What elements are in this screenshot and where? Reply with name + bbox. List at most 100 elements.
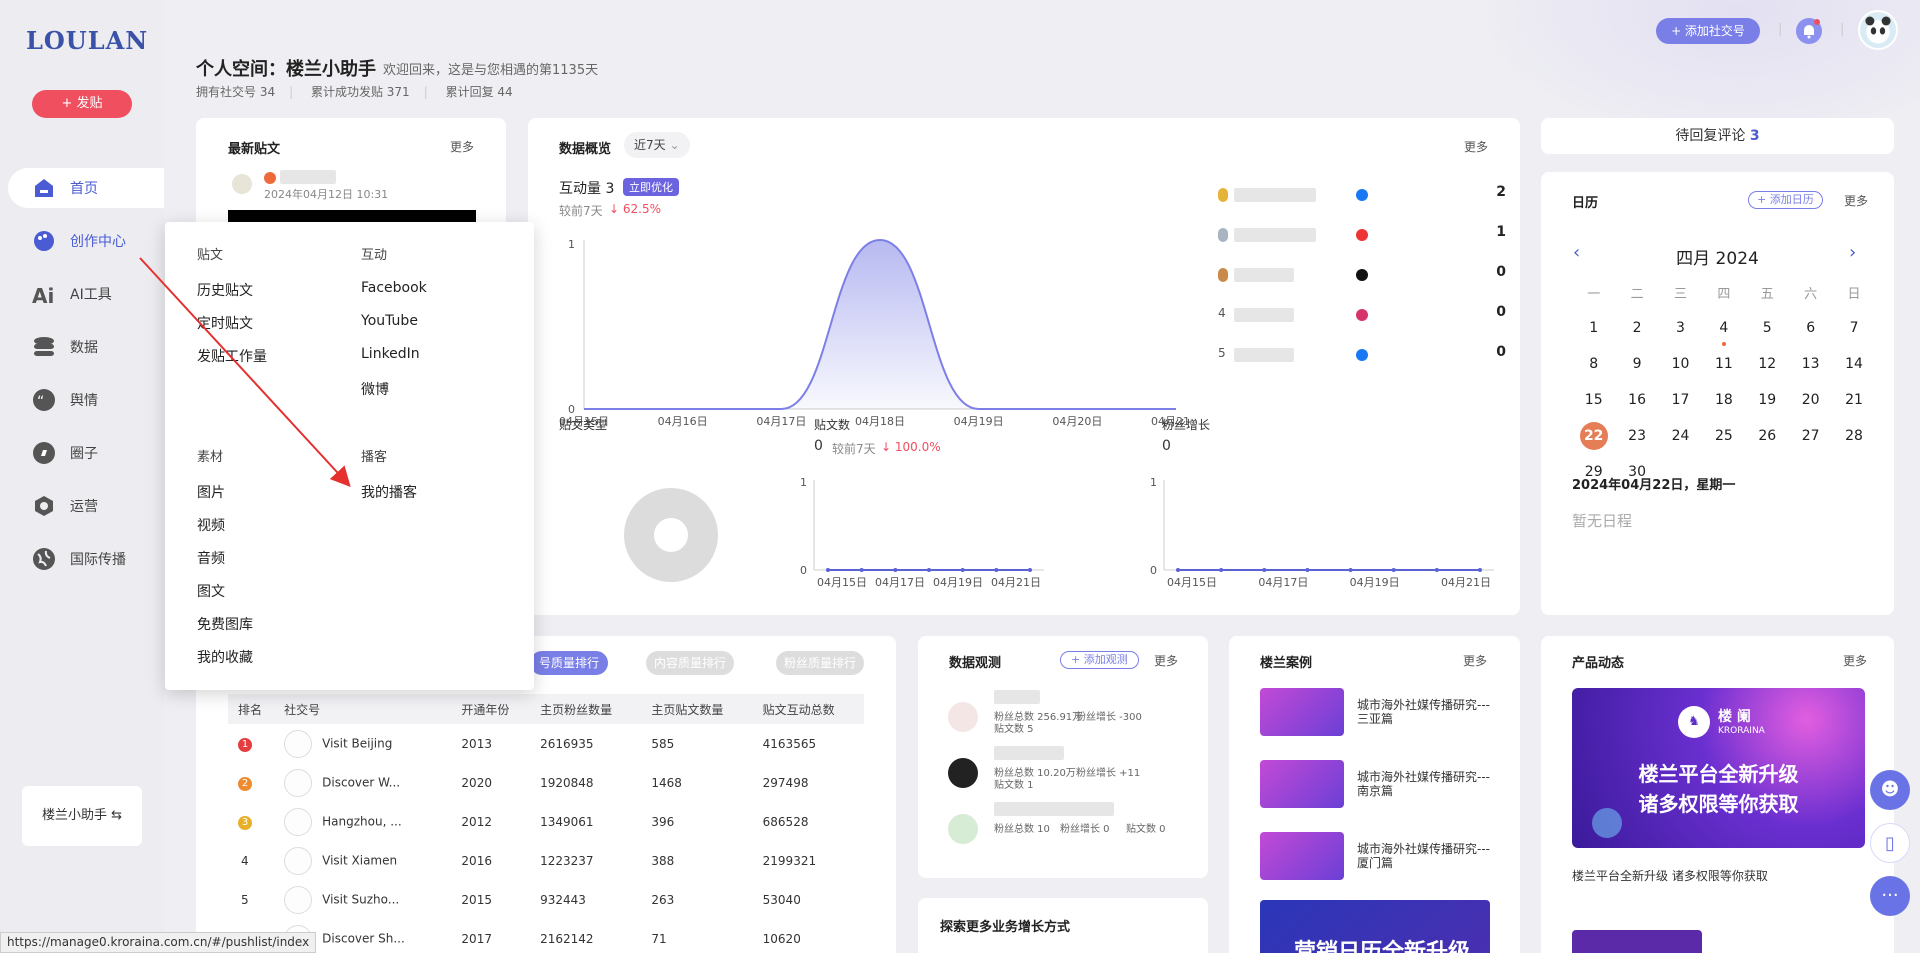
sidebar-item-operation[interactable]: 运营 <box>8 486 164 526</box>
chevron-right-icon[interactable]: › <box>1849 242 1856 263</box>
sidebar-item-international[interactable]: 国际传播 <box>8 539 164 579</box>
sidebar-item-circle[interactable]: 圈子 <box>8 433 164 473</box>
menu-item[interactable]: 图文 <box>197 581 225 601</box>
add-calendar-button[interactable]: + 添加日历 <box>1748 191 1823 209</box>
table-row[interactable]: 2 Discover W... 2020 1920848 1468 297498 <box>228 763 864 802</box>
optimize-button[interactable]: 立即优化 <box>623 178 679 196</box>
marketing-calendar-banner[interactable]: 营销日历全新升级 <box>1260 900 1490 953</box>
table-row[interactable]: 4 Visit Xiamen 2016 1223237 388 2199321 <box>228 841 864 880</box>
add-social-button[interactable]: + 添加社交号 <box>1656 18 1760 44</box>
menu-item[interactable]: 图片 <box>197 482 225 502</box>
rank-row[interactable]: 50 <box>1218 344 1520 368</box>
case-title[interactable]: 城市海外社媒传播研究---三亚篇 <box>1357 698 1497 726</box>
calendar-day[interactable]: 21 <box>1832 392 1875 408</box>
calendar-day[interactable]: 4 <box>1702 320 1745 346</box>
menu-item[interactable]: 音频 <box>197 548 225 568</box>
calendar-day[interactable]: 10 <box>1659 356 1702 372</box>
calendar-day[interactable]: 3 <box>1659 320 1702 336</box>
more-link[interactable]: 更多 <box>450 138 474 155</box>
table-row[interactable]: 5 Visit Suzho... 2015 932443 263 53040 <box>228 880 864 919</box>
calendar-day[interactable]: 22 <box>1572 422 1615 450</box>
product-banner[interactable]: ♞ 楼 阑 KRORAINA 楼兰平台全新升级 诸多权限等你获取 <box>1572 688 1865 848</box>
menu-item[interactable]: YouTube <box>361 313 418 329</box>
observe-item[interactable]: 粉丝总数 256.91万 粉丝增长 -300 贴文数 5 <box>948 690 1188 740</box>
calendar-day[interactable]: 6 <box>1789 320 1832 336</box>
today-marker[interactable]: 22 <box>1579 422 1608 450</box>
menu-item[interactable]: LinkedIn <box>361 346 420 362</box>
tab-account-quality[interactable]: 号质量排行 <box>530 651 608 675</box>
case-thumbnail[interactable] <box>1260 832 1344 880</box>
calendar-day[interactable]: 14 <box>1832 356 1875 372</box>
menu-item[interactable]: 我的播客 <box>361 482 417 502</box>
robot-assistant-icon[interactable]: ☻ <box>1870 770 1910 810</box>
pending-reply-card[interactable]: 待回复评论 3 <box>1541 118 1894 154</box>
calendar-day[interactable]: 27 <box>1789 428 1832 444</box>
calendar-day[interactable]: 25 <box>1702 428 1745 444</box>
new-post-button[interactable]: + 发贴 <box>32 90 132 118</box>
product-banner-2[interactable] <box>1572 930 1702 953</box>
menu-item[interactable]: 定时贴文 <box>197 313 253 333</box>
more-link[interactable]: 更多 <box>1843 652 1867 669</box>
calendar-day[interactable]: 23 <box>1615 428 1658 444</box>
date-range-select[interactable]: 近7天 ⌄ <box>624 132 690 158</box>
calendar-day[interactable]: 8 <box>1572 356 1615 372</box>
sidebar-item-home[interactable]: 首页 <box>8 168 164 208</box>
explore-card[interactable]: 探索更多业务增长方式 <box>918 898 1208 953</box>
menu-item[interactable]: 微博 <box>361 379 389 399</box>
case-thumbnail[interactable] <box>1260 760 1344 808</box>
case-title[interactable]: 城市海外社媒传播研究---南京篇 <box>1357 770 1497 798</box>
more-dots-icon[interactable]: ··· <box>1870 876 1910 916</box>
tab-fans-quality[interactable]: 粉丝质量排行 <box>776 651 864 675</box>
account-name[interactable]: Discover W... <box>322 775 400 789</box>
calendar-day[interactable]: 2 <box>1615 320 1658 336</box>
calendar-day[interactable]: 5 <box>1746 320 1789 336</box>
calendar-day[interactable]: 11 <box>1702 356 1745 372</box>
account-name[interactable]: Visit Xiamen <box>322 853 397 867</box>
menu-item[interactable]: 免费图库 <box>197 614 253 634</box>
rank-row[interactable]: 1 <box>1218 224 1520 248</box>
rank-row[interactable]: 2 <box>1218 184 1520 208</box>
bell-icon[interactable] <box>1796 18 1822 44</box>
calendar-day[interactable]: 15 <box>1572 392 1615 408</box>
more-link[interactable]: 更多 <box>1844 192 1868 209</box>
calendar-day[interactable]: 7 <box>1832 320 1875 336</box>
sidebar-item-ai-tools[interactable]: Ai AI工具 <box>8 274 164 314</box>
calendar-day[interactable]: 19 <box>1746 392 1789 408</box>
avatar[interactable] <box>1858 10 1898 50</box>
observe-item[interactable]: 粉丝总数 10.20万 粉丝增长 +11 贴文数 1 <box>948 746 1188 796</box>
rank-row[interactable]: 40 <box>1218 304 1520 328</box>
menu-item[interactable]: Facebook <box>361 280 427 296</box>
calendar-day[interactable]: 28 <box>1832 428 1875 444</box>
calendar-day[interactable]: 1 <box>1572 320 1615 336</box>
case-thumbnail[interactable] <box>1260 688 1344 736</box>
account-name[interactable]: Hangzhou, ... <box>322 814 402 828</box>
account-name[interactable]: Discover Sh... <box>322 931 405 945</box>
case-title[interactable]: 城市海外社媒传播研究---厦门篇 <box>1357 842 1497 870</box>
calendar-day[interactable]: 26 <box>1746 428 1789 444</box>
sidebar-item-data[interactable]: 数据 <box>8 327 164 367</box>
calendar-day[interactable]: 9 <box>1615 356 1658 372</box>
calendar-day[interactable]: 13 <box>1789 356 1832 372</box>
calendar-day[interactable]: 18 <box>1702 392 1745 408</box>
calendar-day[interactable]: 17 <box>1659 392 1702 408</box>
table-row[interactable]: 1 Visit Beijing 2013 2616935 585 4163565 <box>228 724 864 763</box>
menu-item[interactable]: 历史贴文 <box>197 280 253 300</box>
account-name[interactable]: Visit Beijing <box>322 736 392 750</box>
more-link[interactable]: 更多 <box>1464 138 1488 155</box>
rank-row[interactable]: 0 <box>1218 264 1520 288</box>
calendar-day[interactable]: 16 <box>1615 392 1658 408</box>
more-link[interactable]: 更多 <box>1463 652 1487 669</box>
observe-item[interactable]: 粉丝总数 10 粉丝增长 0 贴文数 0 <box>948 802 1188 852</box>
more-link[interactable]: 更多 <box>1154 652 1178 669</box>
account-name[interactable]: Visit Suzho... <box>322 892 399 906</box>
menu-item[interactable]: 发贴工作量 <box>197 346 267 366</box>
menu-item[interactable]: 我的收藏 <box>197 647 253 667</box>
menu-item[interactable]: 视频 <box>197 515 225 535</box>
tab-content-quality[interactable]: 内容质量排行 <box>646 651 734 675</box>
calendar-day[interactable]: 12 <box>1746 356 1789 372</box>
add-observe-button[interactable]: + 添加观测 <box>1060 651 1139 669</box>
sidebar-item-sentiment[interactable]: “ 舆情 <box>8 380 164 420</box>
table-row[interactable]: 3 Hangzhou, ... 2012 1349061 396 686528 <box>228 802 864 841</box>
table-row[interactable]: Discover Sh... 2017 2162142 71 10620 <box>228 919 864 953</box>
product-caption[interactable]: 楼兰平台全新升级 诸多权限等你获取 <box>1572 867 1768 884</box>
